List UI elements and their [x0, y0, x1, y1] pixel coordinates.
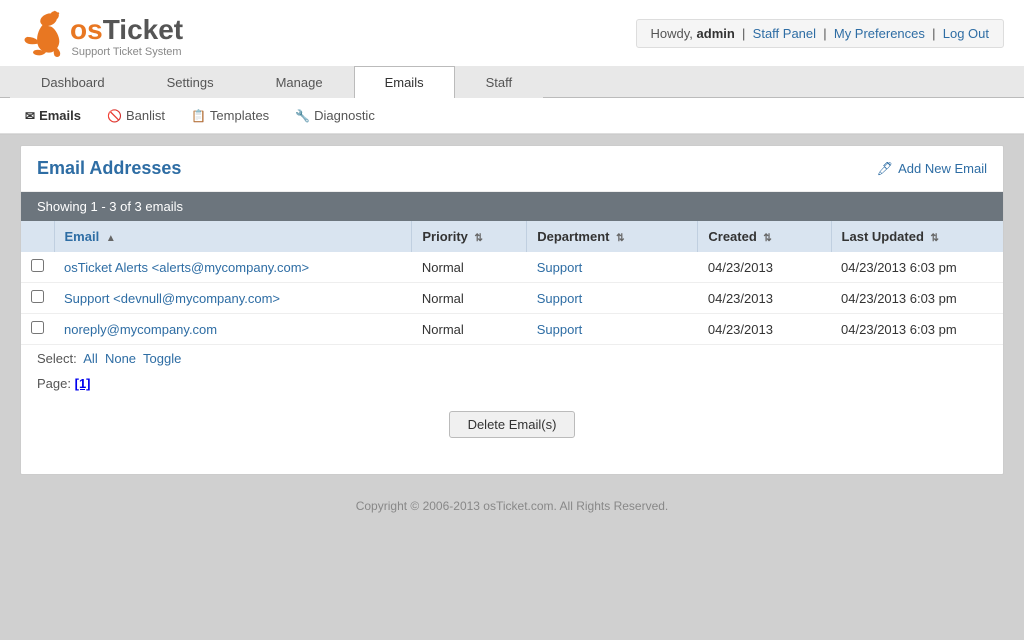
- updated-cell-1: 04/23/2013 6:03 pm: [831, 283, 1003, 314]
- delete-emails-button[interactable]: Delete Email(s): [449, 411, 576, 438]
- email-icon: ✉: [25, 109, 35, 123]
- dept-link-1[interactable]: Support: [537, 291, 583, 306]
- row-checkbox-2[interactable]: [31, 321, 44, 334]
- main-content: Email Addresses 🖊 Add New Email Showing …: [20, 145, 1004, 475]
- subnav-emails-label: Emails: [39, 108, 81, 123]
- email-sort-icon: ▲: [106, 233, 116, 244]
- col-created[interactable]: Created ⇅: [698, 221, 831, 252]
- main-nav: Dashboard Settings Manage Emails Staff: [0, 66, 1024, 98]
- log-out-link[interactable]: Log Out: [943, 26, 989, 41]
- dept-sort-icon: ⇅: [616, 233, 624, 244]
- table-row: Support <devnull@mycompany.com> Normal Sup…: [21, 283, 1003, 314]
- diagnostic-icon: 🔧: [295, 109, 310, 123]
- staff-panel-link[interactable]: Staff Panel: [753, 26, 816, 41]
- row-checkbox-1[interactable]: [31, 290, 44, 303]
- subnav-banlist-label: Banlist: [126, 108, 165, 123]
- banlist-icon: 🚫: [107, 109, 122, 123]
- priority-cell-2: Normal: [412, 314, 527, 345]
- created-cell-0: 04/23/2013: [698, 252, 831, 283]
- sub-nav: ✉ Emails 🚫 Banlist 📋 Templates 🔧 Diagnos…: [0, 98, 1024, 134]
- col-department[interactable]: Department ⇅: [527, 221, 698, 252]
- select-toggle-link[interactable]: Toggle: [143, 351, 181, 366]
- col-department-label: Department: [537, 229, 609, 244]
- table-header-row: Email ▲ Priority ⇅ Department ⇅ Created …: [21, 221, 1003, 252]
- priority-sort-icon: ⇅: [475, 233, 483, 244]
- page-bar: Page: [1]: [21, 372, 1003, 395]
- updated-cell-0: 04/23/2013 6:03 pm: [831, 252, 1003, 283]
- action-bar: Delete Email(s): [21, 395, 1003, 454]
- col-priority-label: Priority: [422, 229, 468, 244]
- add-new-label: Add New Email: [898, 161, 987, 176]
- subnav-templates-label: Templates: [210, 108, 269, 123]
- priority-cell-1: Normal: [412, 283, 527, 314]
- col-email[interactable]: Email ▲: [54, 221, 412, 252]
- priority-cell-0: Normal: [412, 252, 527, 283]
- subnav-diagnostic-label: Diagnostic: [314, 108, 375, 123]
- username: admin: [697, 26, 735, 41]
- page-title: Email Addresses: [37, 158, 181, 179]
- email-link-1[interactable]: Support <devnull@mycompany.com>: [64, 291, 280, 306]
- col-email-label: Email: [65, 229, 100, 244]
- logo-text: osTicket Support Ticket System: [70, 16, 183, 58]
- logo-subtitle: Support Ticket System: [70, 46, 183, 58]
- col-created-label: Created: [708, 229, 756, 244]
- col-updated-label: Last Updated: [842, 229, 924, 244]
- my-preferences-link[interactable]: My Preferences: [834, 26, 925, 41]
- logo: osTicket Support Ticket System: [10, 8, 183, 58]
- tab-emails[interactable]: Emails: [354, 66, 455, 98]
- created-sort-icon: ⇅: [763, 233, 771, 244]
- updated-cell-2: 04/23/2013 6:03 pm: [831, 314, 1003, 345]
- tab-settings[interactable]: Settings: [136, 66, 245, 98]
- select-bar: Select: All None Toggle: [21, 345, 1003, 372]
- content-header: Email Addresses 🖊 Add New Email: [21, 146, 1003, 192]
- page-label: Page:: [37, 376, 71, 391]
- tab-manage[interactable]: Manage: [245, 66, 354, 98]
- showing-bar: Showing 1 - 3 of 3 emails: [21, 192, 1003, 221]
- select-label: Select:: [37, 351, 77, 366]
- email-table-body: osTicket Alerts <alerts@mycompany.com> No…: [21, 252, 1003, 345]
- select-none-link[interactable]: None: [105, 351, 136, 366]
- user-bar: Howdy, admin | Staff Panel | My Preferen…: [636, 19, 1004, 48]
- logo-ticket-text: Ticket: [103, 14, 183, 45]
- add-icon: 🖊: [877, 161, 894, 177]
- logo-icon: [10, 8, 70, 58]
- page-1-link[interactable]: [1]: [75, 376, 91, 391]
- col-last-updated[interactable]: Last Updated ⇅: [831, 221, 1003, 252]
- created-cell-1: 04/23/2013: [698, 283, 831, 314]
- subnav-diagnostic[interactable]: 🔧 Diagnostic: [284, 104, 386, 127]
- logo-os: os: [70, 14, 103, 45]
- tab-dashboard[interactable]: Dashboard: [10, 66, 136, 98]
- templates-icon: 📋: [191, 109, 206, 123]
- greeting-text: Howdy,: [651, 26, 693, 41]
- dept-link-0[interactable]: Support: [537, 260, 583, 275]
- table-row: noreply@mycompany.com Normal Support 04/23/…: [21, 314, 1003, 345]
- copyright-text: Copyright © 2006-2013 osTicket.com. All …: [356, 499, 669, 513]
- select-all-header: [21, 221, 54, 252]
- table-row: osTicket Alerts <alerts@mycompany.com> No…: [21, 252, 1003, 283]
- email-table-container: Showing 1 - 3 of 3 emails Email ▲ Priori…: [21, 192, 1003, 345]
- tab-staff[interactable]: Staff: [455, 66, 544, 98]
- dept-link-2[interactable]: Support: [537, 322, 583, 337]
- footer: Copyright © 2006-2013 osTicket.com. All …: [0, 485, 1024, 527]
- email-link-2[interactable]: noreply@mycompany.com: [64, 322, 217, 337]
- subnav-emails[interactable]: ✉ Emails: [14, 104, 92, 127]
- email-link-0[interactable]: osTicket Alerts <alerts@mycompany.com>: [64, 260, 309, 275]
- row-checkbox-0[interactable]: [31, 259, 44, 272]
- add-new-email-button[interactable]: 🖊 Add New Email: [877, 161, 987, 177]
- created-cell-2: 04/23/2013: [698, 314, 831, 345]
- select-all-link[interactable]: All: [83, 351, 97, 366]
- updated-sort-icon: ⇅: [931, 233, 939, 244]
- email-table: Email ▲ Priority ⇅ Department ⇅ Created …: [21, 221, 1003, 345]
- subnav-banlist[interactable]: 🚫 Banlist: [96, 104, 176, 127]
- col-priority[interactable]: Priority ⇅: [412, 221, 527, 252]
- subnav-templates[interactable]: 📋 Templates: [180, 104, 280, 127]
